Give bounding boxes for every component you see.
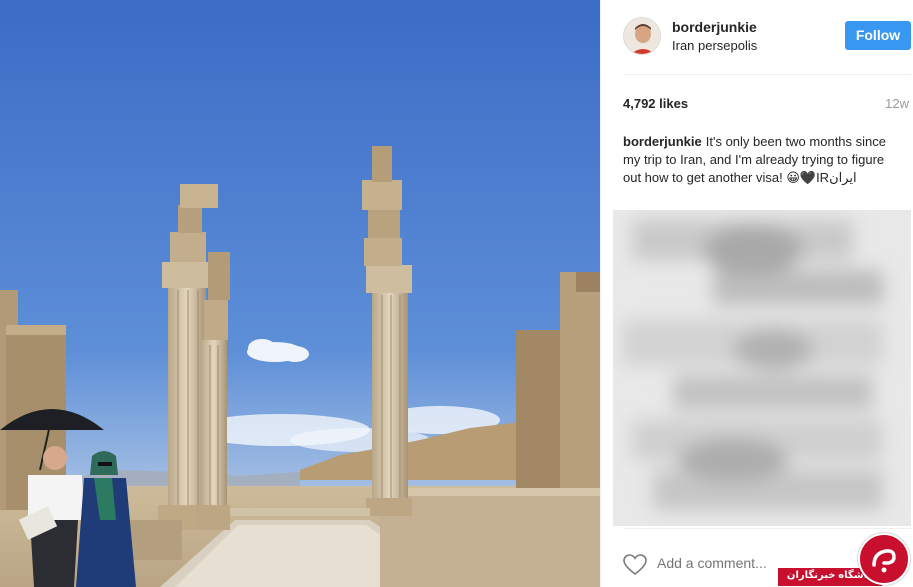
blurred-comments xyxy=(613,210,911,526)
location-link[interactable]: Iran persepolis xyxy=(672,38,757,53)
blurred-comments-image xyxy=(613,210,911,526)
post-time[interactable]: 12w xyxy=(885,96,909,111)
persepolis-photo xyxy=(0,0,600,587)
post-caption: borderjunkie It's only been two months si… xyxy=(623,133,893,187)
user-avatar[interactable] xyxy=(623,17,661,55)
logo-icon xyxy=(858,533,910,585)
avatar-image xyxy=(624,18,660,54)
likes-count[interactable]: 4,792 likes xyxy=(623,96,688,111)
heart-icon[interactable] xyxy=(623,554,647,576)
post-details-panel: borderjunkie Iran persepolis Follow 4,79… xyxy=(600,0,913,587)
follow-button[interactable]: Follow xyxy=(845,21,911,50)
username-link[interactable]: borderjunkie xyxy=(672,19,757,35)
header-divider xyxy=(623,74,911,75)
post-header: borderjunkie Iran persepolis Follow xyxy=(601,0,913,74)
caption-username[interactable]: borderjunkie xyxy=(623,134,702,149)
post-photo[interactable] xyxy=(0,0,600,587)
watermark: باشگاه خبرنگاران xyxy=(776,530,913,587)
